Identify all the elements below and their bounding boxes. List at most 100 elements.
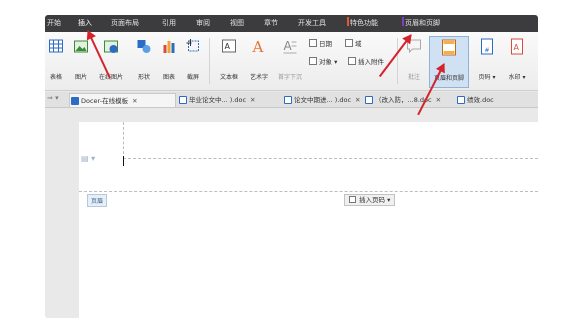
special-mark-icon <box>347 17 349 26</box>
table-button[interactable]: 表格 <box>45 36 67 88</box>
attachment-button[interactable]: 插入附件 <box>348 56 384 68</box>
shape-icon <box>137 40 151 53</box>
docer-icon <box>71 97 79 105</box>
chart-label: 图表 <box>162 74 175 81</box>
field-label: 域 <box>355 40 362 48</box>
date-button[interactable]: 日期 <box>309 38 332 50</box>
online-picture-label: 在线图片 <box>93 72 129 81</box>
page-number-button[interactable]: # 页码 ▾ <box>474 36 500 88</box>
menu-view[interactable]: 视图 <box>230 15 244 32</box>
ribbon-toolbar: 表格 图片 在线图片 形状 图表 截屏 A 文本框 A 艺术字 <box>45 32 538 91</box>
menu-page-layout[interactable]: 页面布局 <box>111 15 139 32</box>
tab-label: 论文中期进... ).doc <box>294 96 352 104</box>
page-number-label: 页码 ▾ <box>478 74 496 81</box>
wordart-icon: A <box>252 38 264 55</box>
doc-icon <box>457 96 465 104</box>
svg-text:A: A <box>225 42 231 51</box>
watermark-label: 水印 ▾ <box>508 74 526 81</box>
watermark-icon: A <box>511 38 523 55</box>
screenshot-button[interactable]: 截屏 <box>181 36 205 88</box>
menu-references[interactable]: 引用 <box>162 15 176 32</box>
online-picture-button[interactable]: 在线图片 <box>93 36 129 88</box>
svg-text:A: A <box>284 39 293 53</box>
shape-button[interactable]: 形状 <box>131 36 157 88</box>
tab-nav-arrow-icon[interactable]: ⇒ ▾ <box>47 94 59 102</box>
header-boundary-bottom <box>79 191 538 192</box>
doc-icon <box>179 96 187 104</box>
field-button[interactable]: 域 <box>345 38 362 50</box>
wordart-button[interactable]: A 艺术字 <box>246 36 272 88</box>
insert-page-number-button[interactable]: 插入页码 ▾ <box>344 194 396 206</box>
doc-icon <box>365 96 373 104</box>
tab-docer[interactable]: Docer-在线模板 ✕ <box>69 93 176 107</box>
page-number-small-icon <box>349 196 356 203</box>
picture-button[interactable]: 图片 <box>69 36 93 88</box>
page-number-text: 页码 <box>478 74 491 81</box>
object-label: 对象 <box>319 58 332 66</box>
table-icon <box>49 39 63 53</box>
drop-cap-icon: A <box>283 39 297 54</box>
tab-close-icon[interactable]: ✕ <box>436 96 441 104</box>
menu-start[interactable]: 开始 <box>47 15 61 32</box>
menu-chapter[interactable]: 章节 <box>264 15 278 32</box>
tab-label: Docer-在线模板 <box>81 97 129 105</box>
page-number-icon: # <box>481 38 493 55</box>
page-layout-icon: ▤ ▾ <box>81 154 96 163</box>
menu-header-footer-label: 页眉和页脚 <box>405 19 440 27</box>
chart-icon <box>163 41 175 53</box>
tab-document[interactable]: （改入防，...8.doc ✕ <box>364 93 455 107</box>
text-cursor <box>123 156 124 166</box>
textbox-button[interactable]: A 文本框 <box>215 36 243 88</box>
date-label: 日期 <box>319 40 332 48</box>
comment-label: 批注 <box>407 74 420 81</box>
picture-label: 图片 <box>74 74 87 81</box>
attachment-label: 插入附件 <box>358 58 384 66</box>
online-picture-icon <box>104 40 118 53</box>
object-button[interactable]: 对象 ▾ <box>309 56 337 68</box>
wordart-label: 艺术字 <box>249 74 268 81</box>
chart-button[interactable]: 图表 <box>158 36 180 88</box>
document-tab-bar: ⇒ ▾ Docer-在线模板 ✕ 毕业论文中... ).doc ✕ 论文中期进...… <box>45 92 538 108</box>
header-boundary-top <box>123 158 538 159</box>
textbox-label: 文本框 <box>219 74 238 81</box>
object-icon <box>309 57 317 65</box>
drop-cap-label: 首字下沉 <box>277 74 302 81</box>
watermark-button[interactable]: A 水印 ▾ <box>503 36 531 88</box>
tab-close-icon[interactable]: ✕ <box>132 97 137 105</box>
menu-special-features[interactable]: 特色功能 <box>347 15 378 32</box>
tab-close-icon[interactable]: ✕ <box>250 96 255 104</box>
table-label: 表格 <box>49 74 62 81</box>
ribbon-separator <box>209 38 210 84</box>
textbox-icon: A <box>222 39 236 53</box>
header-tag: 页眉 <box>87 194 108 207</box>
document-area: ▤ ▾ 页眉 插入页码 ▾ <box>45 109 538 318</box>
drop-cap-button[interactable]: A 首字下沉 <box>274 36 306 88</box>
tab-label: 绩效.doc <box>467 96 494 104</box>
tab-document[interactable]: 毕业论文中... ).doc ✕ <box>178 93 284 107</box>
tab-document[interactable]: 绩效.doc <box>456 93 536 107</box>
field-icon <box>345 39 353 47</box>
menu-header-footer[interactable]: 页眉和页脚 <box>402 15 440 32</box>
screenshot-icon <box>186 39 199 52</box>
tab-close-icon[interactable]: ✕ <box>355 96 360 104</box>
menu-review[interactable]: 审阅 <box>196 15 210 32</box>
tab-label: 毕业论文中... ).doc <box>189 96 247 104</box>
svg-text:A: A <box>514 43 520 52</box>
comment-button[interactable]: 批注 <box>403 36 425 88</box>
shape-label: 形状 <box>137 74 150 81</box>
doc-icon <box>284 96 292 104</box>
screenshot-label: 截屏 <box>186 74 199 81</box>
attachment-icon <box>348 57 356 65</box>
watermark-text: 水印 <box>508 74 521 81</box>
date-icon <box>309 39 317 47</box>
menu-developer[interactable]: 开发工具 <box>298 15 326 32</box>
menu-special-label: 特色功能 <box>350 19 378 27</box>
svg-text:A: A <box>252 38 264 55</box>
header-footer-icon <box>442 39 456 56</box>
header-footer-mark-icon <box>402 17 404 26</box>
ribbon-separator <box>397 38 398 84</box>
margin-guide <box>123 122 124 159</box>
document-page[interactable]: ▤ ▾ 页眉 插入页码 ▾ <box>79 122 538 318</box>
insert-page-number-label: 插入页码 <box>359 196 385 204</box>
wps-window: 开始 插入 页面布局 引用 审阅 视图 章节 开发工具 特色功能 页眉和页脚 表… <box>45 15 538 318</box>
